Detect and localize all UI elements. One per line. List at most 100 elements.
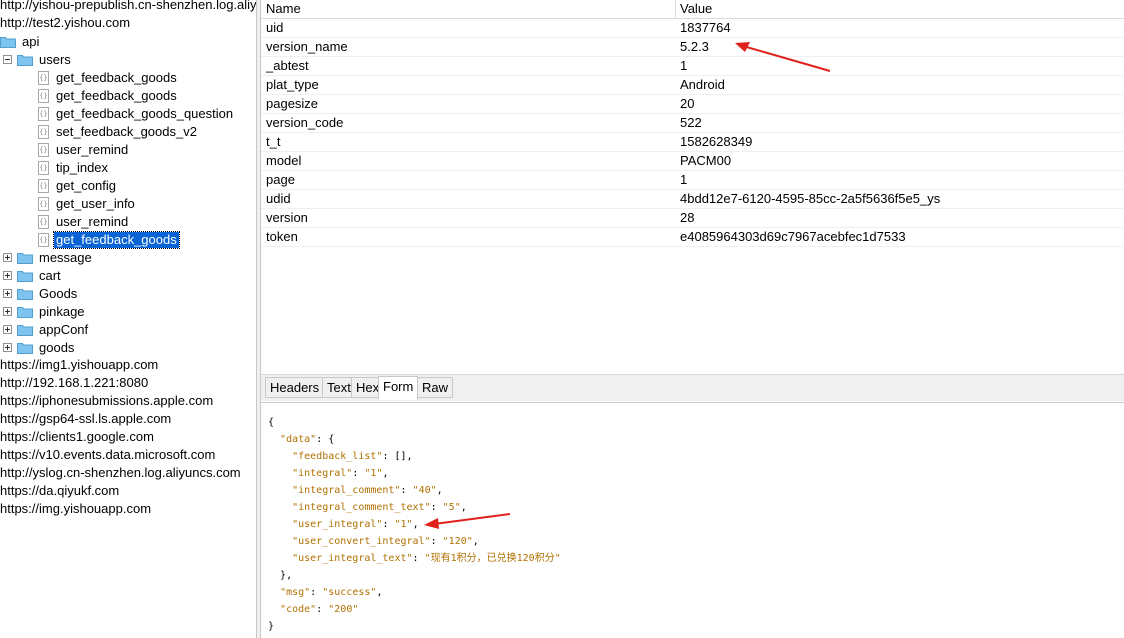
tree-request-item[interactable]: get_feedback_goods_question xyxy=(38,104,235,122)
json-value: 40 xyxy=(418,485,431,496)
tree-folder-item[interactable]: Goods xyxy=(3,284,79,302)
tree-folder-item[interactable]: appConf xyxy=(3,320,90,338)
tree-request-item[interactable]: user_remind xyxy=(38,212,130,230)
session-tree[interactable]: http://yishou-prepublish.cn-shenzhen.log… xyxy=(0,0,256,638)
grid-row[interactable]: udid 4bdd12e7-6120-4595-85cc-2a5f5636f5e5… xyxy=(261,190,1124,209)
collapse-toggle[interactable] xyxy=(3,55,12,65)
response-body[interactable]: { "data": { "feedback_list": [], "integr… xyxy=(261,402,1124,638)
param-value: 1582628349 xyxy=(680,134,753,149)
tree-folder-item[interactable]: goods xyxy=(3,338,76,356)
expand-toggle[interactable] xyxy=(3,307,12,317)
grid-row[interactable]: _abtest 1 xyxy=(261,57,1124,76)
folder-icon xyxy=(17,324,33,336)
column-header-name[interactable]: Name xyxy=(266,0,301,18)
expand-toggle[interactable] xyxy=(3,253,12,263)
json-value: 现有1积分，已兑换120积分 xyxy=(430,553,555,564)
tree-request-item[interactable]: get_feedback_goods xyxy=(38,68,179,86)
json-line: "integral_comment": "40", xyxy=(292,485,443,496)
folder-icon xyxy=(0,36,16,48)
json-value: 200 xyxy=(334,604,353,615)
json-value: 120 xyxy=(448,536,467,547)
tree-request-label: user_remind xyxy=(56,213,129,229)
param-value: 28 xyxy=(680,210,695,225)
param-name: udid xyxy=(266,191,291,206)
tree-request-item[interactable]: get_user_info xyxy=(38,194,137,212)
grid-row[interactable]: version_code 522 xyxy=(261,114,1124,133)
tree-host-item[interactable]: https://img1.yishouapp.com xyxy=(0,356,158,374)
grid-row[interactable]: t_t 1582628349 xyxy=(261,133,1124,152)
tree-request-item[interactable]: user_remind xyxy=(38,140,130,158)
json-key: feedback_list xyxy=(298,451,377,462)
tree-request-label: get_feedback_goods xyxy=(56,87,177,103)
tree-folder-item[interactable]: cart xyxy=(3,266,63,284)
tree-host-item[interactable]: http://yslog.cn-shenzhen.log.aliyuncs.co… xyxy=(0,464,241,482)
tree-request-item[interactable]: set_feedback_goods_v2 xyxy=(38,122,199,140)
param-name: model xyxy=(266,153,302,168)
tree-request-item[interactable]: get_feedback_goods xyxy=(38,86,179,104)
expand-toggle[interactable] xyxy=(3,325,12,335)
tree-request-item[interactable]: tip_index xyxy=(38,158,110,176)
json-line: "feedback_list": [], xyxy=(292,451,413,462)
json-brace: }, xyxy=(280,570,293,581)
json-key: user_integral_text xyxy=(298,553,407,564)
tree-folder-api[interactable]: api xyxy=(0,32,41,50)
json-brace: } xyxy=(268,621,275,632)
json-key: integral xyxy=(298,468,347,479)
tree-host-item[interactable]: http://test2.yishou.com xyxy=(0,14,130,32)
request-doc-icon xyxy=(38,214,49,229)
json-line: "user_integral": "1", xyxy=(292,519,419,530)
grid-row[interactable]: version_name 5.2.3 xyxy=(261,38,1124,57)
tree-host-item[interactable]: http://192.168.1.221:8080 xyxy=(0,374,148,392)
tab-headers[interactable]: Headers xyxy=(265,377,325,398)
grid-header: Name Value xyxy=(261,0,1124,19)
tree-request-item[interactable]: get_config xyxy=(38,176,118,194)
json-line: "integral": "1", xyxy=(292,468,389,479)
grid-row[interactable]: model PACM00 xyxy=(261,152,1124,171)
tab-raw[interactable]: Raw xyxy=(417,377,454,398)
param-name: pagesize xyxy=(266,96,319,111)
column-divider[interactable] xyxy=(675,0,676,18)
folder-icon xyxy=(17,270,33,282)
tree-host-item[interactable]: http://yishou-prepublish.cn-shenzhen.log… xyxy=(0,0,256,14)
grid-row[interactable]: plat_type Android xyxy=(261,76,1124,95)
grid-row[interactable]: page 1 xyxy=(261,171,1124,190)
grid-row[interactable]: uid 1837764 xyxy=(261,19,1124,38)
tree-host-item[interactable]: https://img.yishouapp.com xyxy=(0,500,151,518)
json-line: "msg": "success", xyxy=(280,587,383,598)
param-value: e4085964303d69c7967acebfec1d7533 xyxy=(680,229,906,244)
tree-host-item[interactable]: https://da.qiyukf.com xyxy=(0,482,119,500)
param-name: version_code xyxy=(266,115,344,130)
json-punct: , xyxy=(460,502,467,513)
expand-toggle[interactable] xyxy=(3,343,12,353)
tree-host-item[interactable]: https://gsp64-ssl.ls.apple.com xyxy=(0,410,171,428)
tree-host-item[interactable]: https://clients1.google.com xyxy=(0,428,154,446)
grid-row[interactable]: pagesize 20 xyxy=(261,95,1124,114)
tree-folder-item[interactable]: pinkage xyxy=(3,302,87,320)
tree-request-label: get_feedback_goods_question xyxy=(56,105,234,121)
json-key: user_convert_integral xyxy=(298,536,425,547)
param-name: t_t xyxy=(266,134,281,149)
tree-host-item[interactable]: https://v10.events.data.microsoft.com xyxy=(0,446,215,464)
expand-toggle[interactable] xyxy=(3,289,12,299)
param-name: plat_type xyxy=(266,77,319,92)
json-key: data xyxy=(286,434,311,445)
tree-folder-item[interactable]: message xyxy=(3,248,94,266)
json-line: "user_integral_text": "现有1积分，已兑换120积分" xyxy=(292,553,561,564)
column-header-value[interactable]: Value xyxy=(680,0,712,18)
json-punct: , xyxy=(436,485,443,496)
param-value: PACM00 xyxy=(680,153,732,168)
tab-form[interactable]: Form xyxy=(378,376,419,400)
json-line: } xyxy=(268,618,561,635)
json-line: "user_convert_integral": "120", xyxy=(292,536,479,547)
expand-toggle[interactable] xyxy=(3,271,12,281)
inspector-panel: Name Value uid 1837764 version_name 5.2.3 _a… xyxy=(261,0,1124,638)
grid-row[interactable]: token e4085964303d69c7967acebfec1d7533 xyxy=(261,228,1124,247)
tree-host-item[interactable]: https://iphonesubmissions.apple.com xyxy=(0,392,213,410)
tree-request-item-selected[interactable]: get_feedback_goods xyxy=(38,230,180,249)
grid-row[interactable]: version 28 xyxy=(261,209,1124,228)
param-name: _abtest xyxy=(266,58,309,73)
grid-rows: uid 1837764 version_name 5.2.3 _abtest 1 plat_… xyxy=(261,19,1124,247)
tree-folder-label: message xyxy=(39,249,92,265)
tree-folder-users[interactable]: users xyxy=(3,50,73,68)
json-punct: , xyxy=(412,519,419,530)
